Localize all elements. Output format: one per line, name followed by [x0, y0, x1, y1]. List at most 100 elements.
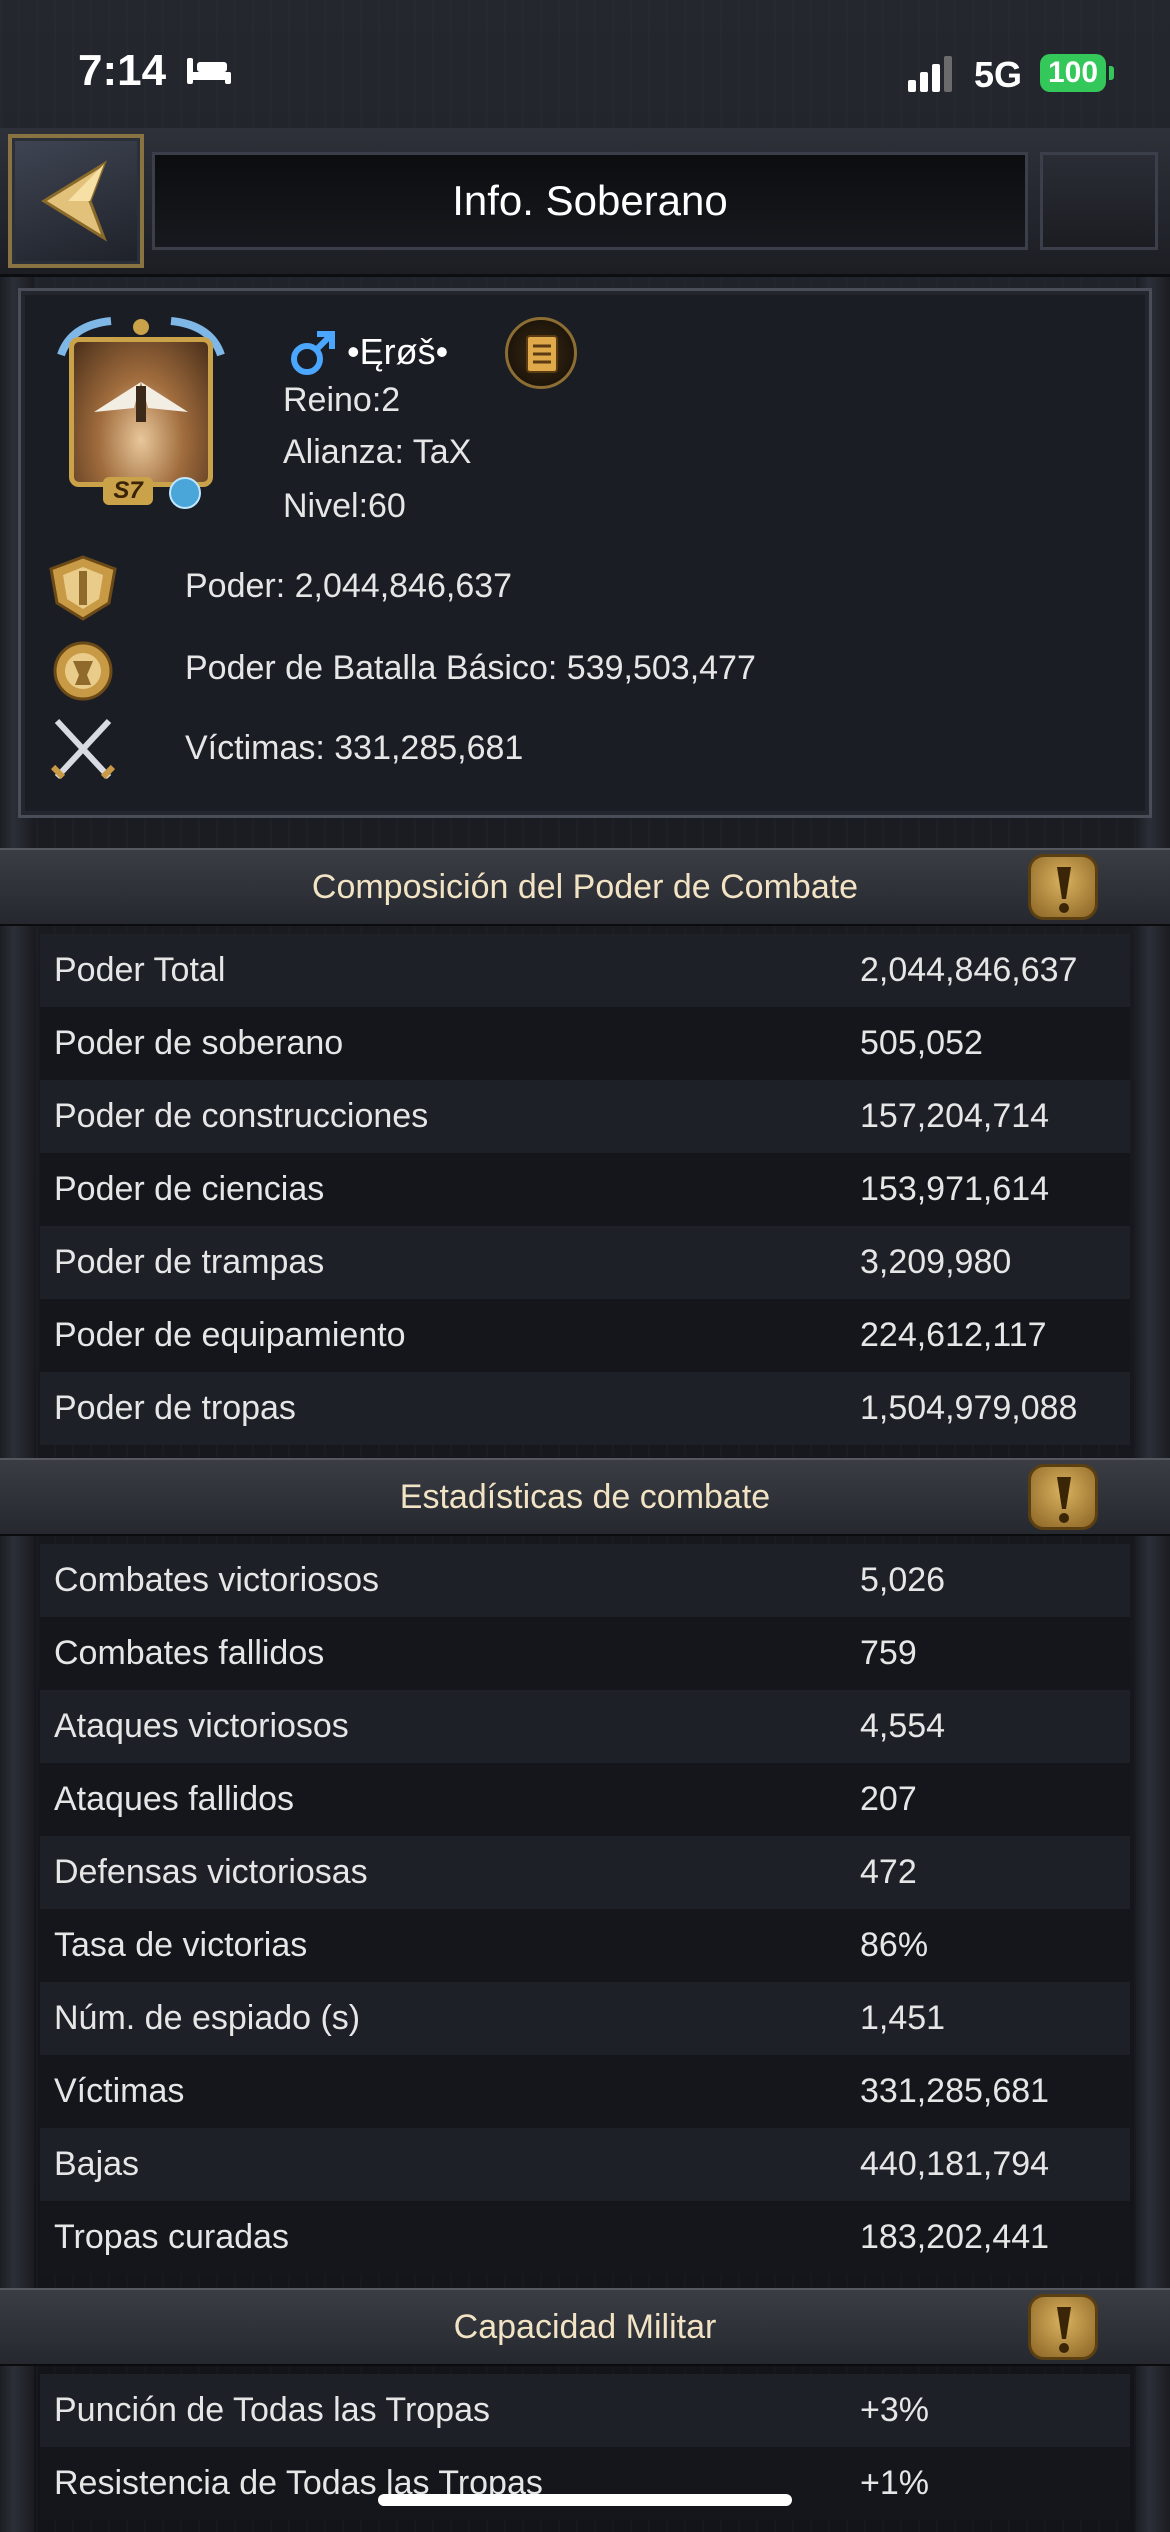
battle-power-text: Poder de Batalla Básico: 539,503,477: [185, 649, 756, 687]
table-row: Poder de tropas 1,504,979,088: [40, 1372, 1130, 1445]
power-text: Poder: 2,044,846,637: [185, 567, 513, 605]
row-value: 1,451: [860, 1999, 946, 2037]
row-value: 183,202,441: [860, 2218, 1050, 2256]
row-value: 472: [860, 1853, 917, 1891]
info-button[interactable]: [1028, 854, 1098, 920]
power-shield-icon: [49, 555, 117, 621]
back-arrow-icon: [41, 160, 107, 242]
section-title: Estadísticas de combate: [399, 1478, 771, 1516]
table-row: Combates victoriosos 5,026: [40, 1544, 1130, 1617]
row-value: 505,052: [860, 1024, 983, 1062]
row-value: 224,612,117: [860, 1316, 1047, 1354]
network-type: 5G: [974, 54, 1023, 95]
quality-badge-icon: [169, 477, 201, 509]
table-row: Núm. de espiado (s) 1,451: [40, 1982, 1130, 2055]
back-button[interactable]: [8, 134, 144, 268]
notes-icon: [526, 335, 558, 373]
info-button[interactable]: [1028, 1464, 1098, 1530]
row-value: 207: [860, 1780, 917, 1818]
row-value: +3%: [860, 2391, 929, 2429]
row-label: Núm. de espiado (s): [54, 1999, 361, 2037]
row-label: Poder de equipamiento: [54, 1316, 406, 1354]
row-label: Tropas curadas: [54, 2218, 289, 2256]
signal-icon: [908, 56, 952, 92]
row-label: Bajas: [54, 2145, 140, 2183]
section-title: Composición del Poder de Combate: [311, 868, 859, 906]
table-row: Resistencia de Todas las Tropas +1%: [40, 2447, 1130, 2520]
section-header-power-composition: Composición del Poder de Combate: [0, 848, 1170, 926]
page-title: Info. Soberano: [452, 177, 728, 224]
header-bar: Info. Soberano: [0, 128, 1170, 277]
row-label: Poder de soberano: [54, 1024, 344, 1062]
male-icon: [291, 331, 335, 375]
row-label: Combates fallidos: [54, 1634, 325, 1672]
crossed-swords-icon: [50, 718, 116, 780]
row-label: Poder de trampas: [54, 1243, 325, 1281]
table-row: Poder de equipamiento 224,612,117: [40, 1299, 1130, 1372]
table-row: Tasa de victorias 86%: [40, 1909, 1130, 1982]
row-label: Poder de tropas: [54, 1389, 296, 1427]
level-text: Nivel:60: [283, 487, 406, 525]
row-value: 2,044,846,637: [860, 951, 1078, 989]
power-composition-table: Poder Total 2,044,846,637 Poder de sobera…: [40, 934, 1130, 1445]
row-label: Víctimas: [54, 2072, 185, 2110]
row-label: Ataques fallidos: [54, 1780, 295, 1818]
row-value: +1%: [860, 2464, 929, 2502]
battle-power-icon: [53, 641, 113, 701]
info-icon: [1057, 1477, 1071, 1523]
power-stat: Poder: 2,044,846,637: [43, 553, 1043, 623]
row-label: Tasa de victorias: [54, 1926, 308, 1964]
notes-button[interactable]: [505, 317, 577, 389]
season-badge: S7: [103, 477, 153, 505]
info-button[interactable]: [1028, 2294, 1098, 2360]
row-label: Resistencia de Todas las Tropas: [54, 2464, 543, 2502]
kills-stat: Víctimas: 331,285,681: [43, 715, 1043, 785]
section-title: Capacidad Militar: [453, 2308, 717, 2346]
table-row: Poder de construcciones 157,204,714: [40, 1080, 1130, 1153]
table-row: Víctimas 331,285,681: [40, 2055, 1130, 2128]
row-value: 157,204,714: [860, 1097, 1050, 1135]
battle-power-stat: Poder de Batalla Básico: 539,503,477: [43, 635, 1043, 705]
table-row: Defensas victoriosas 472: [40, 1836, 1130, 1909]
row-value: 86%: [860, 1926, 929, 1964]
avatar[interactable]: S7: [51, 317, 231, 509]
row-value: 440,181,794: [860, 2145, 1050, 2183]
row-value: 3,209,980: [860, 1243, 1012, 1281]
row-value: 153,971,614: [860, 1170, 1050, 1208]
alliance-text: Alianza: TaX: [283, 433, 472, 471]
table-row: Bajas 440,181,794: [40, 2128, 1130, 2201]
battery-tip: [1109, 66, 1114, 80]
sleep-mode-icon: [187, 58, 231, 84]
row-value: 331,285,681: [860, 2072, 1050, 2110]
row-label: Defensas victoriosas: [54, 1853, 368, 1891]
table-row: Combates fallidos 759: [40, 1617, 1130, 1690]
status-bar: 7:14 5G 100: [0, 0, 1170, 130]
table-row: Poder Total 2,044,846,637: [40, 934, 1130, 1007]
row-label: Poder de construcciones: [54, 1097, 429, 1135]
row-value: 5,026: [860, 1561, 946, 1599]
row-label: Ataques victoriosos: [54, 1707, 349, 1745]
row-label: Combates victoriosos: [54, 1561, 380, 1599]
status-time: 7:14: [78, 46, 167, 95]
row-value: 1,504,979,088: [860, 1389, 1078, 1427]
home-indicator[interactable]: [378, 2494, 792, 2506]
table-row: Tropas curadas 183,202,441: [40, 2201, 1130, 2274]
profile-panel: S7 •Ęrøš• Reino:2 Alianza: TaX Nivel:60 …: [18, 288, 1152, 818]
row-label: Poder de ciencias: [54, 1170, 325, 1208]
header-ornament: [1040, 152, 1158, 250]
avatar-image: [69, 337, 213, 487]
table-row: Ataques victoriosos 4,554: [40, 1690, 1130, 1763]
row-value: 759: [860, 1634, 917, 1672]
player-name: •Ęrøš•: [347, 331, 449, 372]
title-plate: Info. Soberano: [152, 152, 1028, 250]
winged-figure-icon: [94, 382, 188, 422]
combat-stats-table: Combates victoriosos 5,026 Combates falli…: [40, 1544, 1130, 2274]
row-label: Poder Total: [54, 951, 226, 989]
kills-text: Víctimas: 331,285,681: [185, 729, 524, 767]
table-row: Poder de ciencias 153,971,614: [40, 1153, 1130, 1226]
table-row: Poder de trampas 3,209,980: [40, 1226, 1130, 1299]
table-row: Ataques fallidos 207: [40, 1763, 1130, 1836]
row-label: Punción de Todas las Tropas: [54, 2391, 490, 2429]
info-icon: [1057, 867, 1071, 913]
table-row: Poder de soberano 505,052: [40, 1007, 1130, 1080]
